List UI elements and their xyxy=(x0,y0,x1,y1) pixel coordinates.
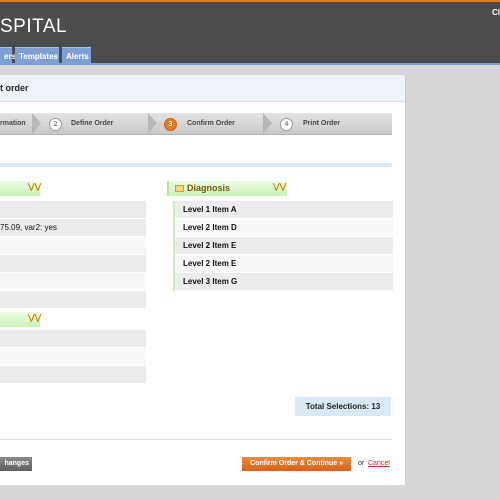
list-item: Level 3 Item G xyxy=(175,273,393,291)
cancel-link[interactable]: Cancel xyxy=(368,460,390,467)
list-item xyxy=(0,255,146,273)
list-item: 75.09, var2: yes xyxy=(0,219,146,237)
list-item xyxy=(0,273,146,291)
step-define-order: Define Order xyxy=(71,120,114,127)
diagnosis-title: Diagnosis xyxy=(175,183,230,193)
list-item: Level 2 Item E xyxy=(175,237,393,255)
save-changes-button[interactable]: hanges xyxy=(0,457,32,471)
left-section-2-header[interactable]: ⋁⋁ xyxy=(0,312,41,327)
app-logo-text: SPITAL xyxy=(0,16,68,37)
list-item xyxy=(0,201,146,219)
step-print-order: Print Order xyxy=(303,120,340,127)
step-number-3: 3 xyxy=(164,118,177,131)
total-selections: Total Selections: 13 xyxy=(295,397,391,416)
nav-underline xyxy=(0,63,500,65)
left-section-1-header[interactable]: ⋁⋁ xyxy=(0,181,41,196)
diagnosis-list: Level 1 Item A Level 2 Item D Level 2 It… xyxy=(173,201,393,291)
diagnosis-section-header[interactable]: Diagnosis ⋁⋁ xyxy=(167,181,287,196)
list-item xyxy=(0,330,146,348)
wizard-steps: rmation 2 Define Order 3 Confirm Order 4… xyxy=(0,113,392,135)
step-arrow-icon xyxy=(263,113,272,134)
list-item: Level 2 Item E xyxy=(175,255,393,273)
list-item xyxy=(0,366,146,384)
list-item xyxy=(0,348,146,366)
list-item: Level 2 Item D xyxy=(175,219,393,237)
collapse-chevron-icon[interactable]: ⋁⋁ xyxy=(28,182,41,191)
footer-divider xyxy=(0,439,392,440)
step-number-4: 4 xyxy=(280,118,293,131)
app-header: SPITAL Cl ers Templates Alerts xyxy=(0,2,500,65)
collapse-chevron-icon[interactable]: ⋁⋁ xyxy=(273,182,286,191)
confirm-order-button[interactable]: Confirm Order & Continue » xyxy=(242,457,351,471)
step-number-2: 2 xyxy=(49,118,62,131)
order-panel: t order rmation 2 Define Order 3 Confirm… xyxy=(0,75,406,485)
step-information: rmation xyxy=(0,120,26,127)
folder-icon xyxy=(175,185,184,192)
left-section-2-list xyxy=(0,330,146,384)
left-section-1-list: 75.09, var2: yes xyxy=(0,201,146,309)
collapse-chevron-icon[interactable]: ⋁⋁ xyxy=(28,313,41,322)
list-item: Level 1 Item A xyxy=(175,201,393,219)
step-arrow-icon xyxy=(32,113,41,134)
page-title: t order xyxy=(0,83,29,93)
list-item xyxy=(0,291,146,309)
panel-title-bar: t order xyxy=(0,75,405,102)
list-item xyxy=(0,237,146,255)
user-link[interactable]: Cl xyxy=(492,8,500,17)
section-divider xyxy=(0,163,392,167)
step-arrow-icon xyxy=(148,113,157,134)
or-text: or xyxy=(358,460,365,467)
step-confirm-order: Confirm Order xyxy=(187,120,235,127)
